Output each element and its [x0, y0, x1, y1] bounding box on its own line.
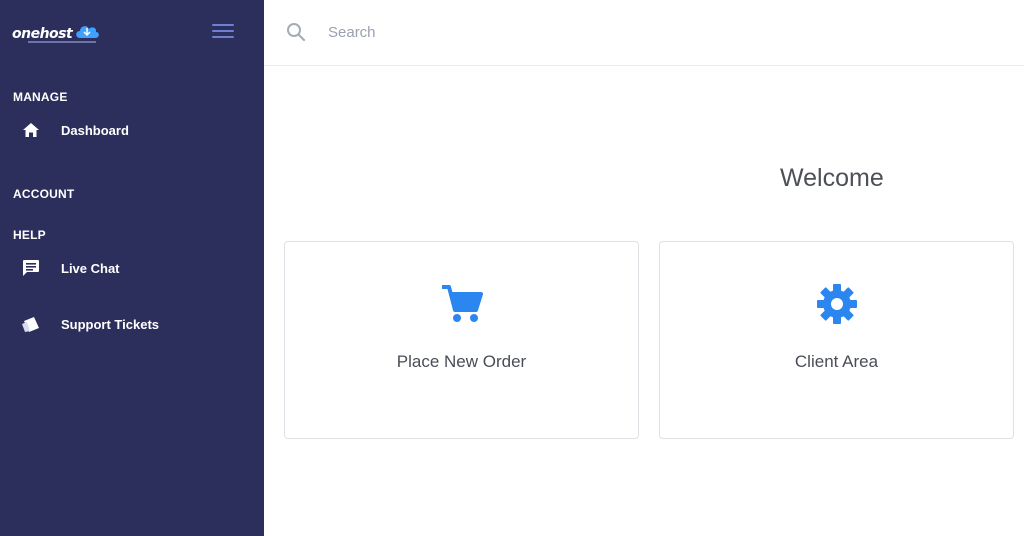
sidebar-item-dashboard[interactable]: Dashboard [0, 112, 264, 148]
sidebar-item-label: Dashboard [61, 122, 129, 138]
section-label-account: ACCOUNT [13, 187, 75, 201]
page-title: Welcome [780, 164, 884, 192]
top-bar [264, 0, 1024, 66]
section-label-help: HELP [13, 228, 46, 242]
search-input[interactable] [328, 18, 628, 46]
sidebar-item-label: Live Chat [61, 260, 120, 276]
home-icon [21, 120, 41, 140]
search-icon[interactable] [286, 22, 306, 42]
sidebar: onehost MANAGE Dashboard ACCOUNT HELP Li… [0, 0, 264, 536]
section-label-manage: MANAGE [13, 90, 68, 104]
hamburger-menu-icon[interactable] [212, 24, 234, 40]
brand-tagline-graphic [28, 41, 96, 43]
cart-icon [440, 282, 484, 326]
sidebar-item-live-chat[interactable]: Live Chat [0, 250, 264, 286]
place-new-order-card[interactable]: Place New Order [284, 241, 639, 439]
brand-name: onehost [12, 26, 73, 42]
card-label: Place New Order [396, 352, 527, 371]
sidebar-item-label: Support Tickets [61, 316, 160, 332]
chat-icon [21, 258, 41, 278]
brand-logo[interactable]: onehost [12, 20, 102, 46]
ticket-icon [21, 314, 41, 334]
client-area-card[interactable]: Client Area [659, 241, 1014, 439]
sidebar-item-support-tickets[interactable]: Support Tickets [0, 306, 264, 342]
gear-icon [815, 282, 859, 326]
card-label: Client Area [794, 352, 879, 371]
app-root: onehost MANAGE Dashboard ACCOUNT HELP Li… [0, 0, 1024, 536]
